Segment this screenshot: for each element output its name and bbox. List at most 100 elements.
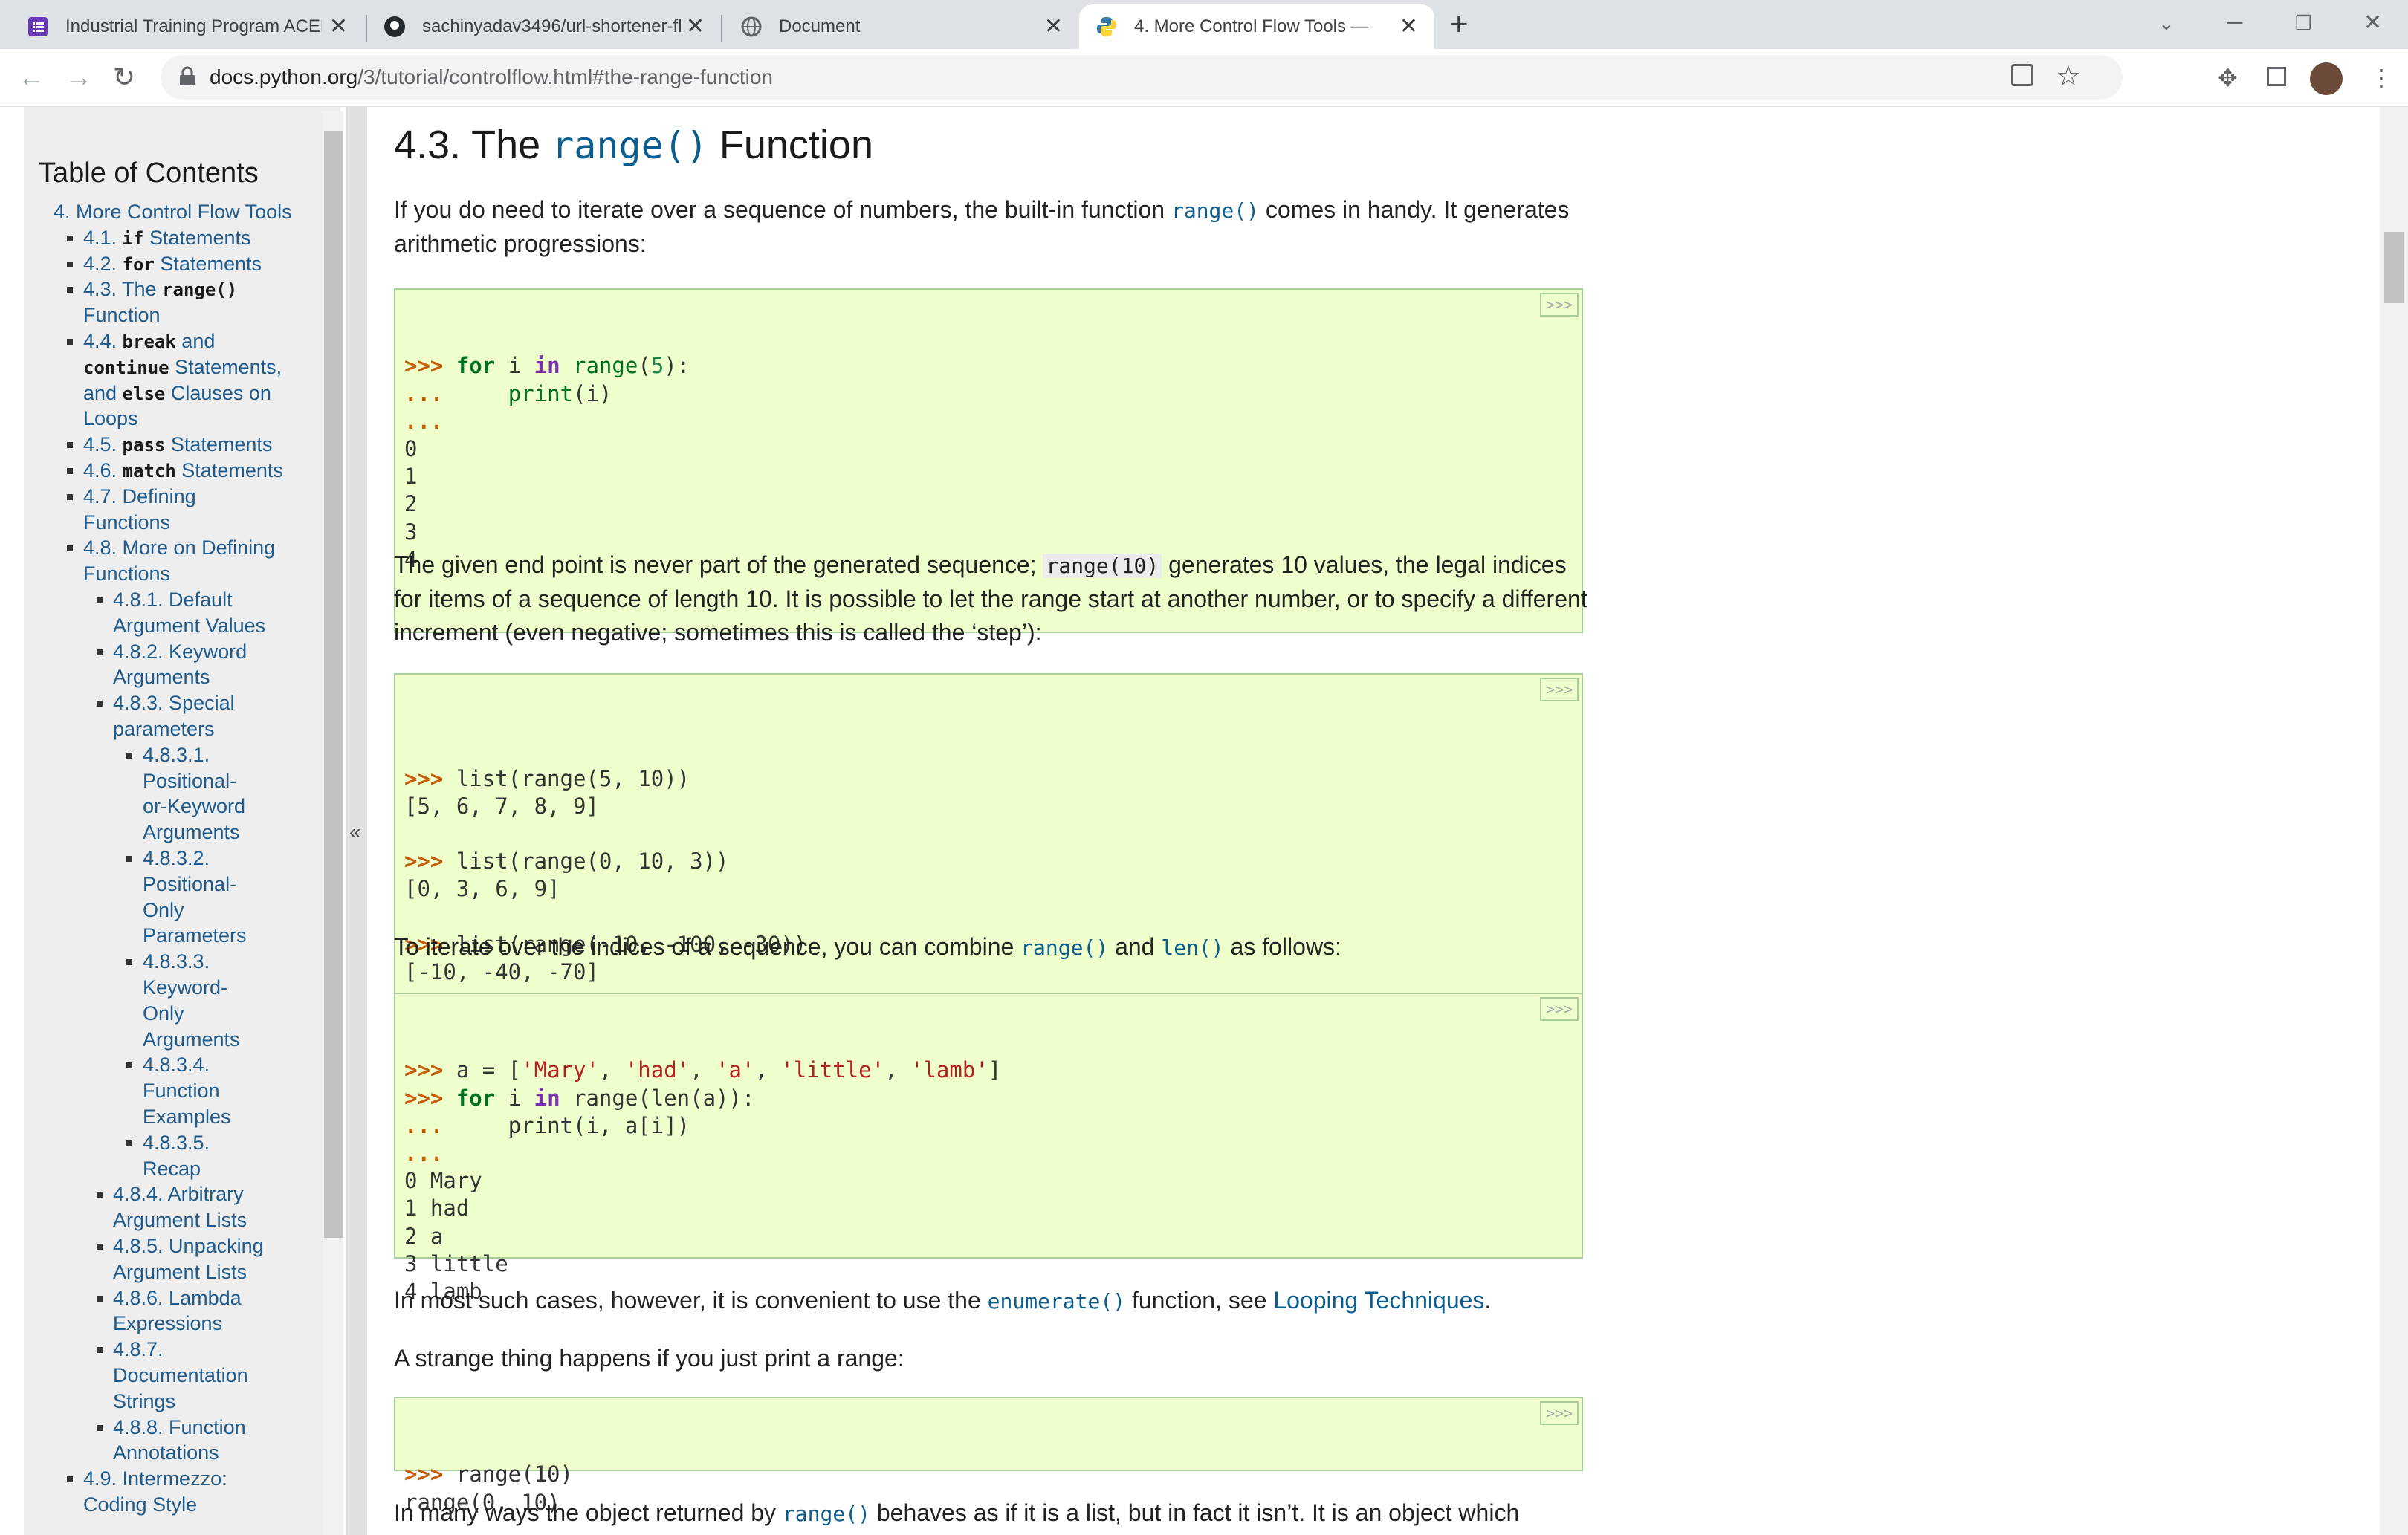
string: 'Mary': [521, 1057, 599, 1083]
toc-item[interactable]: 4.1. if Statements: [83, 225, 251, 252]
tab-python-docs[interactable]: 4. More Control Flow Tools — Python ✕: [1079, 4, 1434, 49]
tab-document[interactable]: Document ✕: [722, 4, 1079, 49]
prompt: ...: [404, 1140, 444, 1166]
new-tab-button[interactable]: +: [1449, 6, 1469, 43]
share-icon[interactable]: [2011, 64, 2033, 86]
toc-item[interactable]: Keyword-: [143, 975, 227, 1001]
page-scrollbar[interactable]: [2380, 107, 2408, 1535]
toc-item[interactable]: 4.8.3.2.: [143, 846, 210, 872]
toc-item[interactable]: Argument Values: [113, 613, 265, 639]
toc-item[interactable]: 4.2. for Statements: [83, 251, 262, 278]
toc-item[interactable]: Functions: [83, 561, 170, 587]
close-icon[interactable]: ✕: [686, 13, 705, 40]
page-scrollbar-thumb[interactable]: [2384, 232, 2404, 303]
text: In many ways the object returned by: [394, 1499, 783, 1526]
toc-text: 4.5.: [83, 433, 123, 456]
github-icon: [383, 16, 406, 38]
toc-item[interactable]: Expressions: [113, 1311, 222, 1337]
toc-item[interactable]: Examples: [143, 1104, 231, 1130]
bullet: [67, 261, 73, 267]
toc-item[interactable]: 4.8.3.4.: [143, 1052, 210, 1078]
toc-item[interactable]: 4.9. Intermezzo:: [83, 1466, 227, 1492]
copy-prompt-toggle[interactable]: >>>: [1540, 1401, 1579, 1425]
tab-search-icon[interactable]: ⌄: [2158, 4, 2175, 42]
sidebar-scrollbar-thumb[interactable]: [324, 131, 343, 1238]
bookmark-star-icon[interactable]: ☆: [2056, 59, 2081, 93]
toc-item[interactable]: or-Keyword: [143, 794, 245, 820]
code-link[interactable]: enumerate(): [988, 1289, 1125, 1314]
url-text[interactable]: docs.python.org/3/tutorial/controlflow.h…: [210, 65, 773, 89]
code-link[interactable]: range(): [783, 1502, 870, 1526]
code-link[interactable]: range(): [1020, 935, 1108, 960]
toc-item[interactable]: 4.8.1. Default: [113, 587, 233, 613]
toc-item[interactable]: Function: [143, 1078, 220, 1104]
toc-item[interactable]: 4.3. The range(): [83, 276, 237, 303]
toc-item[interactable]: 4.5. pass Statements: [83, 432, 272, 458]
toc-item[interactable]: Coding Style: [83, 1492, 197, 1518]
lock-icon[interactable]: [178, 66, 196, 87]
sidebar-collapse-button[interactable]: «: [346, 107, 367, 1535]
toc-item[interactable]: Strings: [113, 1389, 175, 1415]
toc-item[interactable]: and else Clauses on: [83, 380, 271, 407]
toc-item[interactable]: Loops: [83, 406, 138, 432]
toc-item[interactable]: Positional-: [143, 872, 236, 898]
code-link[interactable]: len(): [1161, 935, 1223, 960]
looping-techniques-link[interactable]: Looping Techniques: [1273, 1287, 1484, 1314]
string: 'lamb': [910, 1057, 988, 1083]
toc-item[interactable]: Argument Lists: [113, 1259, 247, 1285]
forward-button[interactable]: →: [65, 59, 92, 95]
close-icon[interactable]: ✕: [329, 13, 348, 40]
code-link[interactable]: range(): [1171, 198, 1259, 223]
toc-item[interactable]: 4.8.3. Special: [113, 690, 235, 716]
toc-item[interactable]: 4.7. Defining: [83, 484, 196, 510]
toc-item[interactable]: Arguments: [113, 664, 210, 690]
toc-item[interactable]: Recap: [143, 1156, 201, 1182]
toc-item[interactable]: Arguments: [143, 820, 240, 846]
toc-item[interactable]: 4.4. break and: [83, 328, 215, 355]
output-line: 1: [404, 464, 418, 490]
copy-prompt-toggle[interactable]: >>>: [1540, 678, 1579, 701]
toc-item[interactable]: Function: [83, 302, 161, 328]
close-window-button[interactable]: ✕: [2363, 4, 2382, 42]
toc-item[interactable]: 4.6. match Statements: [83, 458, 283, 484]
extensions-icon[interactable]: ✥: [2218, 64, 2238, 92]
paragraph: In many ways the object returned by rang…: [394, 1496, 1590, 1531]
toc-item[interactable]: Functions: [83, 510, 170, 536]
tab-github[interactable]: sachinyadav3496/url-shortener-flask ✕: [367, 4, 721, 49]
address-bar[interactable]: docs.python.org/3/tutorial/controlflow.h…: [161, 55, 2123, 100]
copy-prompt-toggle[interactable]: >>>: [1540, 293, 1579, 317]
toc-item[interactable]: Argument Lists: [113, 1207, 247, 1233]
toc-item[interactable]: 4.8.3.5.: [143, 1130, 210, 1156]
toc-item[interactable]: Arguments: [143, 1027, 240, 1053]
copy-prompt-toggle[interactable]: >>>: [1540, 997, 1579, 1021]
menu-icon[interactable]: ⋮: [2369, 64, 2393, 92]
text: function, see: [1125, 1287, 1274, 1314]
toc-item[interactable]: Parameters: [143, 923, 247, 949]
toc-item[interactable]: Positional-: [143, 768, 236, 794]
toc-item[interactable]: Only: [143, 1001, 184, 1027]
toc-item[interactable]: 4.8.3.3.: [143, 949, 210, 975]
toc-item[interactable]: Annotations: [113, 1440, 219, 1466]
avatar[interactable]: [2310, 62, 2343, 95]
toc-item[interactable]: 4.8. More on Defining: [83, 535, 275, 561]
toc-item[interactable]: 4.8.8. Function: [113, 1415, 246, 1441]
close-icon[interactable]: ✕: [1044, 13, 1063, 40]
minimize-button[interactable]: ─: [2227, 4, 2242, 42]
toc-item[interactable]: parameters: [113, 716, 215, 742]
close-icon[interactable]: ✕: [1399, 13, 1418, 40]
toc-item[interactable]: 4.8.5. Unpacking: [113, 1233, 264, 1259]
toc-item[interactable]: Documentation: [113, 1363, 248, 1389]
tab-industrial-training[interactable]: Industrial Training Program ACEM ✕: [0, 4, 364, 49]
toc-item[interactable]: 4.8.6. Lambda: [113, 1285, 242, 1311]
toc-item[interactable]: 4.8.3.1.: [143, 742, 210, 768]
back-button[interactable]: ←: [18, 59, 45, 95]
toc-item[interactable]: 4.8.7.: [113, 1337, 164, 1363]
reload-button[interactable]: ↻: [113, 59, 135, 95]
toc-item[interactable]: 4. More Control Flow Tools: [54, 199, 292, 225]
restore-button[interactable]: ❐: [2295, 4, 2312, 42]
toc-item[interactable]: 4.8.2. Keyword: [113, 639, 247, 665]
toc-item[interactable]: 4.8.4. Arbitrary: [113, 1181, 244, 1207]
toc-item[interactable]: Only: [143, 898, 184, 924]
toc-item[interactable]: continue Statements,: [83, 354, 282, 381]
side-panel-icon[interactable]: [2267, 67, 2286, 86]
